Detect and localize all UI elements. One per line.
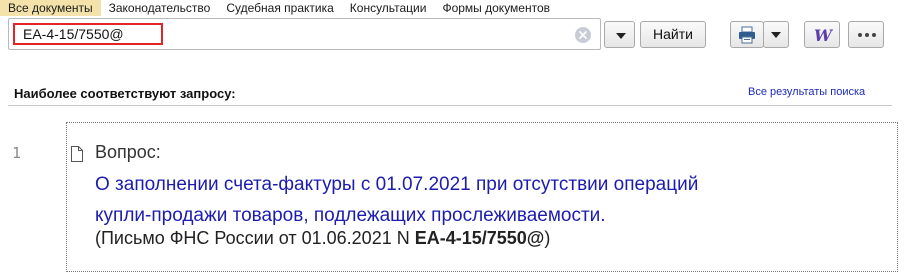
tab-judicial-practice[interactable]: Судебная практика bbox=[218, 0, 341, 16]
divider bbox=[8, 105, 892, 106]
search-box: ЕА-4-15/7550@ bbox=[8, 18, 601, 50]
result-source: (Письмо ФНС России от 01.06.2021 N ЕА-4-… bbox=[95, 228, 550, 249]
export-word-button[interactable]: W bbox=[804, 21, 840, 48]
word-icon: W bbox=[814, 27, 833, 43]
more-icon bbox=[858, 33, 876, 37]
result-title-line-2: купли-продажи товаров, подлежащих просле… bbox=[95, 205, 606, 226]
chevron-down-icon bbox=[616, 33, 626, 39]
search-input[interactable]: ЕА-4-15/7550@ bbox=[13, 23, 163, 45]
print-options-dropdown[interactable] bbox=[763, 21, 789, 48]
print-button[interactable] bbox=[730, 21, 764, 48]
chevron-down-icon bbox=[771, 32, 781, 38]
result-source-suffix: ) bbox=[544, 228, 551, 248]
svg-text:W: W bbox=[814, 27, 833, 43]
result-number: 1 bbox=[12, 144, 22, 162]
search-row: ЕА-4-15/7550@ Найти W bbox=[8, 18, 906, 50]
tab-bar: Все документы Законодательство Судебная … bbox=[0, 0, 558, 16]
result-source-prefix: (Письмо ФНС России от 01.06.2021 N bbox=[95, 228, 415, 248]
tab-consultations[interactable]: Консультации bbox=[342, 0, 435, 16]
all-results-link[interactable]: Все результаты поиска bbox=[748, 86, 865, 98]
tab-document-forms[interactable]: Формы документов bbox=[434, 0, 558, 16]
more-button[interactable] bbox=[848, 21, 884, 48]
printer-icon bbox=[739, 26, 755, 44]
result-source-number: ЕА-4-15/7550@ bbox=[414, 228, 545, 248]
tab-all-documents[interactable]: Все документы bbox=[0, 0, 101, 16]
document-icon bbox=[71, 146, 83, 162]
result-title-link[interactable]: О заполнении счета-фактуры с 01.07.2021 … bbox=[95, 169, 855, 231]
tab-legislation[interactable]: Законодательство bbox=[101, 0, 219, 16]
find-button[interactable]: Найти bbox=[640, 21, 706, 48]
result-title-line-1: О заполнении счета-фактуры с 01.07.2021 … bbox=[95, 174, 699, 195]
clear-icon[interactable] bbox=[575, 27, 591, 43]
search-history-dropdown[interactable] bbox=[604, 21, 635, 48]
result-type-label: Вопрос: bbox=[95, 142, 161, 162]
results-heading: Наиболее соответствуют запросу: bbox=[14, 86, 236, 101]
